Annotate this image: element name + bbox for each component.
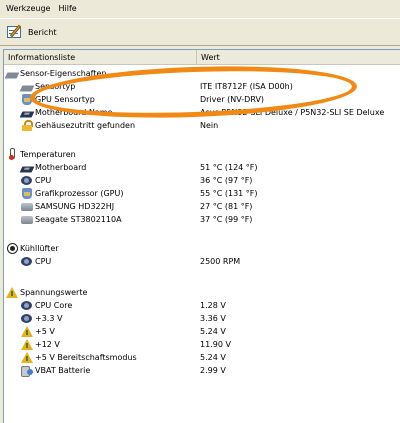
voltage-icon [21, 352, 33, 363]
report-button[interactable]: Bericht [4, 21, 61, 43]
item-value: Driver (NV-DRV) [200, 95, 265, 104]
list-item[interactable]: +5 V 5.24 V [4, 325, 400, 338]
item-label: VBAT Batterie [35, 366, 91, 375]
item-value: 27 °C (81 °F) [200, 202, 253, 211]
cpu-icon [21, 314, 32, 323]
lock-icon [22, 120, 33, 131]
section-title: Kühllüfter [20, 244, 59, 253]
section-voltages[interactable]: Spannungswerte [4, 286, 400, 299]
gpu-icon [22, 188, 32, 199]
thermometer-icon [9, 148, 15, 160]
list-item[interactable]: CPU 36 °C (97 °F) [4, 174, 400, 187]
item-label: Seagate ST3802110A [35, 215, 122, 224]
menu-hilfe[interactable]: Hilfe [54, 1, 80, 16]
section-temperatures[interactable]: Temperaturen [4, 148, 400, 161]
column-header-name[interactable]: Informationsliste [4, 50, 197, 65]
fan-icon [7, 243, 18, 254]
section-title: Sensor-Eigenschaften [20, 69, 107, 78]
item-label: SAMSUNG HD322HJ [35, 202, 115, 211]
item-label: CPU [35, 176, 52, 185]
report-icon [6, 24, 24, 40]
menu-werkzeuge[interactable]: Werkzeuge [2, 1, 54, 16]
item-value: ITE IT8712F (ISA D00h) [200, 82, 293, 91]
voltage-icon [21, 326, 33, 337]
cpu-icon [21, 301, 32, 310]
list-item[interactable]: GPU Sensortyp Driver (NV-DRV) [4, 93, 400, 106]
item-value: 2.99 V [200, 366, 226, 375]
gpu-icon [22, 94, 32, 105]
list-item[interactable]: CPU Core 1.28 V [4, 299, 400, 312]
column-header-value[interactable]: Wert [197, 50, 400, 65]
voltage-icon [6, 287, 18, 298]
list-header: Informationsliste Wert [4, 50, 400, 65]
hard-disk-icon [21, 203, 33, 211]
item-value: 11.90 V [200, 340, 231, 349]
item-value: Nein [200, 121, 219, 130]
sensor-list-panel[interactable]: Informationsliste Wert Sensor-Eigenschaf… [3, 49, 400, 423]
item-value: 3.36 V [200, 314, 226, 323]
sensor-chip-icon [4, 72, 20, 79]
report-button-label: Bericht [28, 27, 57, 37]
list-item[interactable]: VBAT Batterie 2.99 V [4, 364, 400, 377]
item-value: 51 °C (124 °F) [200, 163, 258, 172]
item-value: 37 °C (99 °F) [200, 215, 253, 224]
hard-disk-icon [21, 216, 33, 224]
list-item[interactable]: Motherboard 51 °C (124 °F) [4, 161, 400, 174]
section-title: Spannungswerte [20, 288, 88, 297]
item-value: 5.24 V [200, 327, 226, 336]
item-label: +5 V Bereitschaftsmodus [35, 353, 137, 362]
list-item[interactable]: SAMSUNG HD322HJ 27 °C (81 °F) [4, 200, 400, 213]
item-label: GPU Sensortyp [35, 95, 95, 104]
list-item[interactable]: Motherboard Name Asus P5N32-SLI Deluxe /… [4, 106, 400, 119]
section-title: Temperaturen [20, 150, 76, 159]
item-label: Grafikprozessor (GPU) [35, 189, 124, 198]
item-value: 36 °C (97 °F) [200, 176, 253, 185]
item-label: +3.3 V [35, 314, 63, 323]
item-label: Gehäusezutritt gefunden [35, 121, 136, 130]
item-label: CPU Core [35, 301, 73, 310]
list-item[interactable]: Sensortyp ITE IT8712F (ISA D00h) [4, 80, 400, 93]
item-label: +12 V [35, 340, 60, 349]
section-sensor[interactable]: Sensor-Eigenschaften [4, 67, 400, 80]
list-item[interactable]: Grafikprozessor (GPU) 55 °C (131 °F) [4, 187, 400, 200]
item-label: Motherboard Name [35, 108, 113, 117]
item-label: Motherboard [35, 163, 87, 172]
list-item[interactable]: +5 V Bereitschaftsmodus 5.24 V [4, 351, 400, 364]
cpu-icon [21, 176, 32, 185]
toolbar: Bericht [0, 18, 400, 46]
menu-bar: Werkzeuge Hilfe [0, 0, 400, 17]
list-item[interactable]: Gehäusezutritt gefunden Nein [4, 119, 400, 132]
item-label: CPU [35, 257, 52, 266]
item-value: Asus P5N32-SLI Deluxe / P5N32-SLI SE Del… [200, 108, 385, 117]
item-value: 55 °C (131 °F) [200, 189, 258, 198]
item-value: 2500 RPM [200, 257, 241, 266]
section-fans[interactable]: Kühllüfter [4, 242, 400, 255]
battery-icon [21, 365, 33, 377]
motherboard-icon [19, 111, 35, 118]
cpu-icon [21, 257, 32, 266]
list-item[interactable]: Seagate ST3802110A 37 °C (99 °F) [4, 213, 400, 226]
item-label: Sensortyp [35, 82, 76, 91]
item-value: 5.24 V [200, 353, 226, 362]
list-item[interactable]: +3.3 V 3.36 V [4, 312, 400, 325]
item-label: +5 V [35, 327, 55, 336]
sensor-chip-icon [19, 85, 35, 92]
item-value: 1.28 V [200, 301, 226, 310]
motherboard-icon [19, 166, 35, 173]
voltage-icon [21, 339, 33, 350]
list-item[interactable]: CPU 2500 RPM [4, 255, 400, 268]
list-item[interactable]: +12 V 11.90 V [4, 338, 400, 351]
